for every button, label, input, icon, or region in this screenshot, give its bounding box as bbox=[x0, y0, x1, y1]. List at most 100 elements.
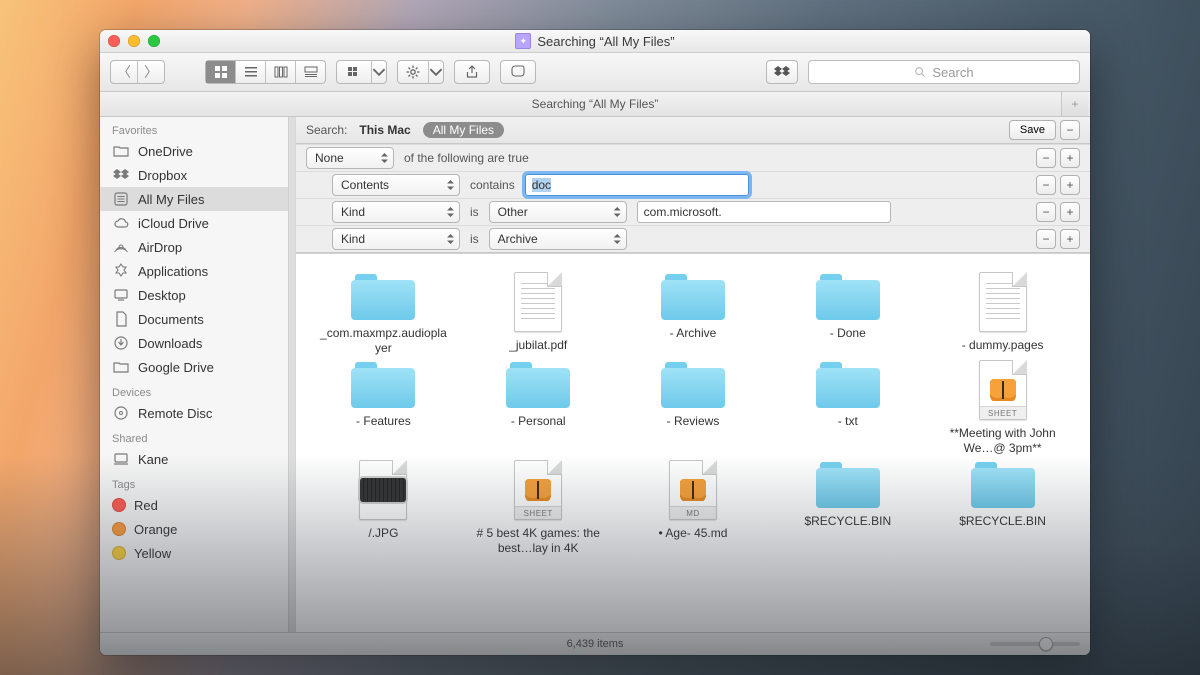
sidebar-item-all-my-files[interactable]: All My Files bbox=[100, 187, 295, 211]
result-label: - Personal bbox=[511, 414, 566, 429]
sidebar-item-desktop[interactable]: Desktop bbox=[100, 283, 295, 307]
tag-dot-icon bbox=[112, 546, 126, 560]
sidebar-resize-handle[interactable] bbox=[288, 117, 295, 632]
sidebar-item-downloads[interactable]: Downloads bbox=[100, 331, 295, 355]
icon-size-slider[interactable] bbox=[990, 642, 1080, 646]
search-scope-bar: Search: This Mac All My Files Save − bbox=[296, 117, 1090, 144]
result-label: - Features bbox=[356, 414, 411, 429]
sidebar-item-onedrive[interactable]: OneDrive bbox=[100, 139, 295, 163]
tag-dot-icon bbox=[112, 498, 126, 512]
result-item[interactable]: - Archive bbox=[618, 272, 769, 356]
op-label: contains bbox=[470, 178, 515, 192]
zoom-window-button[interactable] bbox=[148, 35, 160, 47]
attr-select[interactable]: Contents bbox=[332, 174, 460, 196]
results-area[interactable]: _com.maxmpz.audioplayer _jubilat.pdf - Arc… bbox=[296, 253, 1090, 632]
sidebar-item-dropbox[interactable]: Dropbox bbox=[100, 163, 295, 187]
sidebar-item-airdrop[interactable]: AirDrop bbox=[100, 235, 295, 259]
remove-row-button[interactable]: − bbox=[1036, 175, 1056, 195]
sidebar-item-google-drive[interactable]: Google Drive bbox=[100, 355, 295, 379]
remove-criteria-button[interactable]: − bbox=[1060, 120, 1080, 140]
result-item[interactable]: - Reviews bbox=[618, 360, 769, 456]
result-item[interactable]: SHEET# 5 best 4K games: the best…lay in … bbox=[463, 460, 614, 556]
result-item[interactable]: /.JPG bbox=[308, 460, 459, 556]
kind-select[interactable]: Archive bbox=[489, 228, 627, 250]
result-item[interactable]: - Done bbox=[772, 272, 923, 356]
folder-icon bbox=[661, 360, 725, 408]
result-item[interactable]: - dummy.pages bbox=[927, 272, 1078, 356]
search-criteria: None of the following are true −+ Conten… bbox=[296, 144, 1090, 253]
arrange-segment[interactable] bbox=[336, 60, 387, 84]
save-search-button[interactable]: Save bbox=[1009, 120, 1056, 140]
result-item[interactable]: MD• Age- 45.md bbox=[618, 460, 769, 556]
window-title-text: Searching “All My Files” bbox=[537, 34, 674, 49]
window-title: ✦ Searching “All My Files” bbox=[515, 33, 674, 49]
titlebar: ✦ Searching “All My Files” bbox=[100, 30, 1090, 53]
sidebar-item-applications[interactable]: Applications bbox=[100, 259, 295, 283]
tags-button[interactable] bbox=[500, 60, 536, 84]
sidebar: Favorites OneDrive Dropbox All My Files … bbox=[100, 117, 296, 632]
sidebar-item-documents[interactable]: Documents bbox=[100, 307, 295, 331]
folder-icon bbox=[112, 358, 130, 376]
sidebar-tag-yellow[interactable]: Yellow bbox=[100, 541, 295, 565]
nav-back-forward: 〈 〉 bbox=[110, 60, 165, 84]
sidebar-item-remote-disc[interactable]: Remote Disc bbox=[100, 401, 295, 425]
minimize-window-button[interactable] bbox=[128, 35, 140, 47]
sidebar-tag-red[interactable]: Red bbox=[100, 493, 295, 517]
arrange-icon bbox=[337, 61, 372, 83]
result-label: - Reviews bbox=[667, 414, 720, 429]
view-coverflow-button[interactable] bbox=[296, 61, 325, 83]
result-item[interactable]: SHEET**Meeting with John We…@ 3pm** bbox=[927, 360, 1078, 456]
result-item[interactable]: _jubilat.pdf bbox=[463, 272, 614, 356]
sidebar-tag-orange[interactable]: Orange bbox=[100, 517, 295, 541]
add-row-button[interactable]: + bbox=[1060, 148, 1080, 168]
result-item[interactable]: $RECYCLE.BIN bbox=[927, 460, 1078, 556]
result-item[interactable]: - Features bbox=[308, 360, 459, 456]
add-row-button[interactable]: + bbox=[1060, 202, 1080, 222]
tab[interactable]: Searching “All My Files” bbox=[532, 97, 659, 111]
add-row-button[interactable]: + bbox=[1060, 175, 1080, 195]
criteria-row-contents: Contents contains doc −+ bbox=[296, 171, 1090, 198]
back-button[interactable]: 〈 bbox=[111, 61, 138, 83]
op-label: is bbox=[470, 232, 479, 246]
slider-knob[interactable] bbox=[1039, 637, 1053, 651]
forward-button[interactable]: 〉 bbox=[138, 61, 164, 83]
toolbar: 〈 〉 bbox=[100, 53, 1090, 92]
view-column-button[interactable] bbox=[266, 61, 296, 83]
remove-row-button[interactable]: − bbox=[1036, 148, 1056, 168]
view-list-button[interactable] bbox=[236, 61, 266, 83]
add-row-button[interactable]: + bbox=[1060, 229, 1080, 249]
dropbox-button[interactable] bbox=[766, 60, 798, 84]
value-input[interactable]: com.microsoft. bbox=[637, 201, 891, 223]
attr-select[interactable]: Kind bbox=[332, 228, 460, 250]
match-select[interactable]: None bbox=[306, 147, 394, 169]
document-icon: SHEET bbox=[979, 360, 1027, 420]
share-button[interactable] bbox=[454, 60, 490, 84]
close-window-button[interactable] bbox=[108, 35, 120, 47]
result-label: _jubilat.pdf bbox=[509, 338, 567, 353]
image-icon bbox=[359, 460, 407, 520]
value-input[interactable]: doc bbox=[525, 174, 749, 196]
remove-row-button[interactable]: − bbox=[1036, 229, 1056, 249]
action-segment[interactable] bbox=[397, 60, 444, 84]
folder-icon bbox=[816, 360, 880, 408]
remove-row-button[interactable]: − bbox=[1036, 202, 1056, 222]
result-item[interactable]: $RECYCLE.BIN bbox=[772, 460, 923, 556]
match-suffix: of the following are true bbox=[404, 151, 529, 165]
view-icon-button[interactable] bbox=[206, 61, 236, 83]
tag-dot-icon bbox=[112, 522, 126, 536]
new-tab-button[interactable]: + bbox=[1061, 92, 1088, 116]
search-icon bbox=[914, 66, 926, 78]
sidebar-item-icloud-drive[interactable]: iCloud Drive bbox=[100, 211, 295, 235]
result-label: $RECYCLE.BIN bbox=[959, 514, 1046, 529]
finder-window: ✦ Searching “All My Files” 〈 〉 bbox=[100, 30, 1090, 655]
attr-select[interactable]: Kind bbox=[332, 201, 460, 223]
kind-select[interactable]: Other bbox=[489, 201, 627, 223]
search-field[interactable]: Search bbox=[808, 60, 1080, 84]
sidebar-item-kane[interactable]: Kane bbox=[100, 447, 295, 471]
scope-this-mac[interactable]: This Mac bbox=[359, 123, 410, 137]
result-item[interactable]: _com.maxmpz.audioplayer bbox=[308, 272, 459, 356]
search-placeholder: Search bbox=[932, 65, 973, 80]
scope-all-my-files[interactable]: All My Files bbox=[423, 122, 504, 138]
result-item[interactable]: - txt bbox=[772, 360, 923, 456]
result-item[interactable]: - Personal bbox=[463, 360, 614, 456]
